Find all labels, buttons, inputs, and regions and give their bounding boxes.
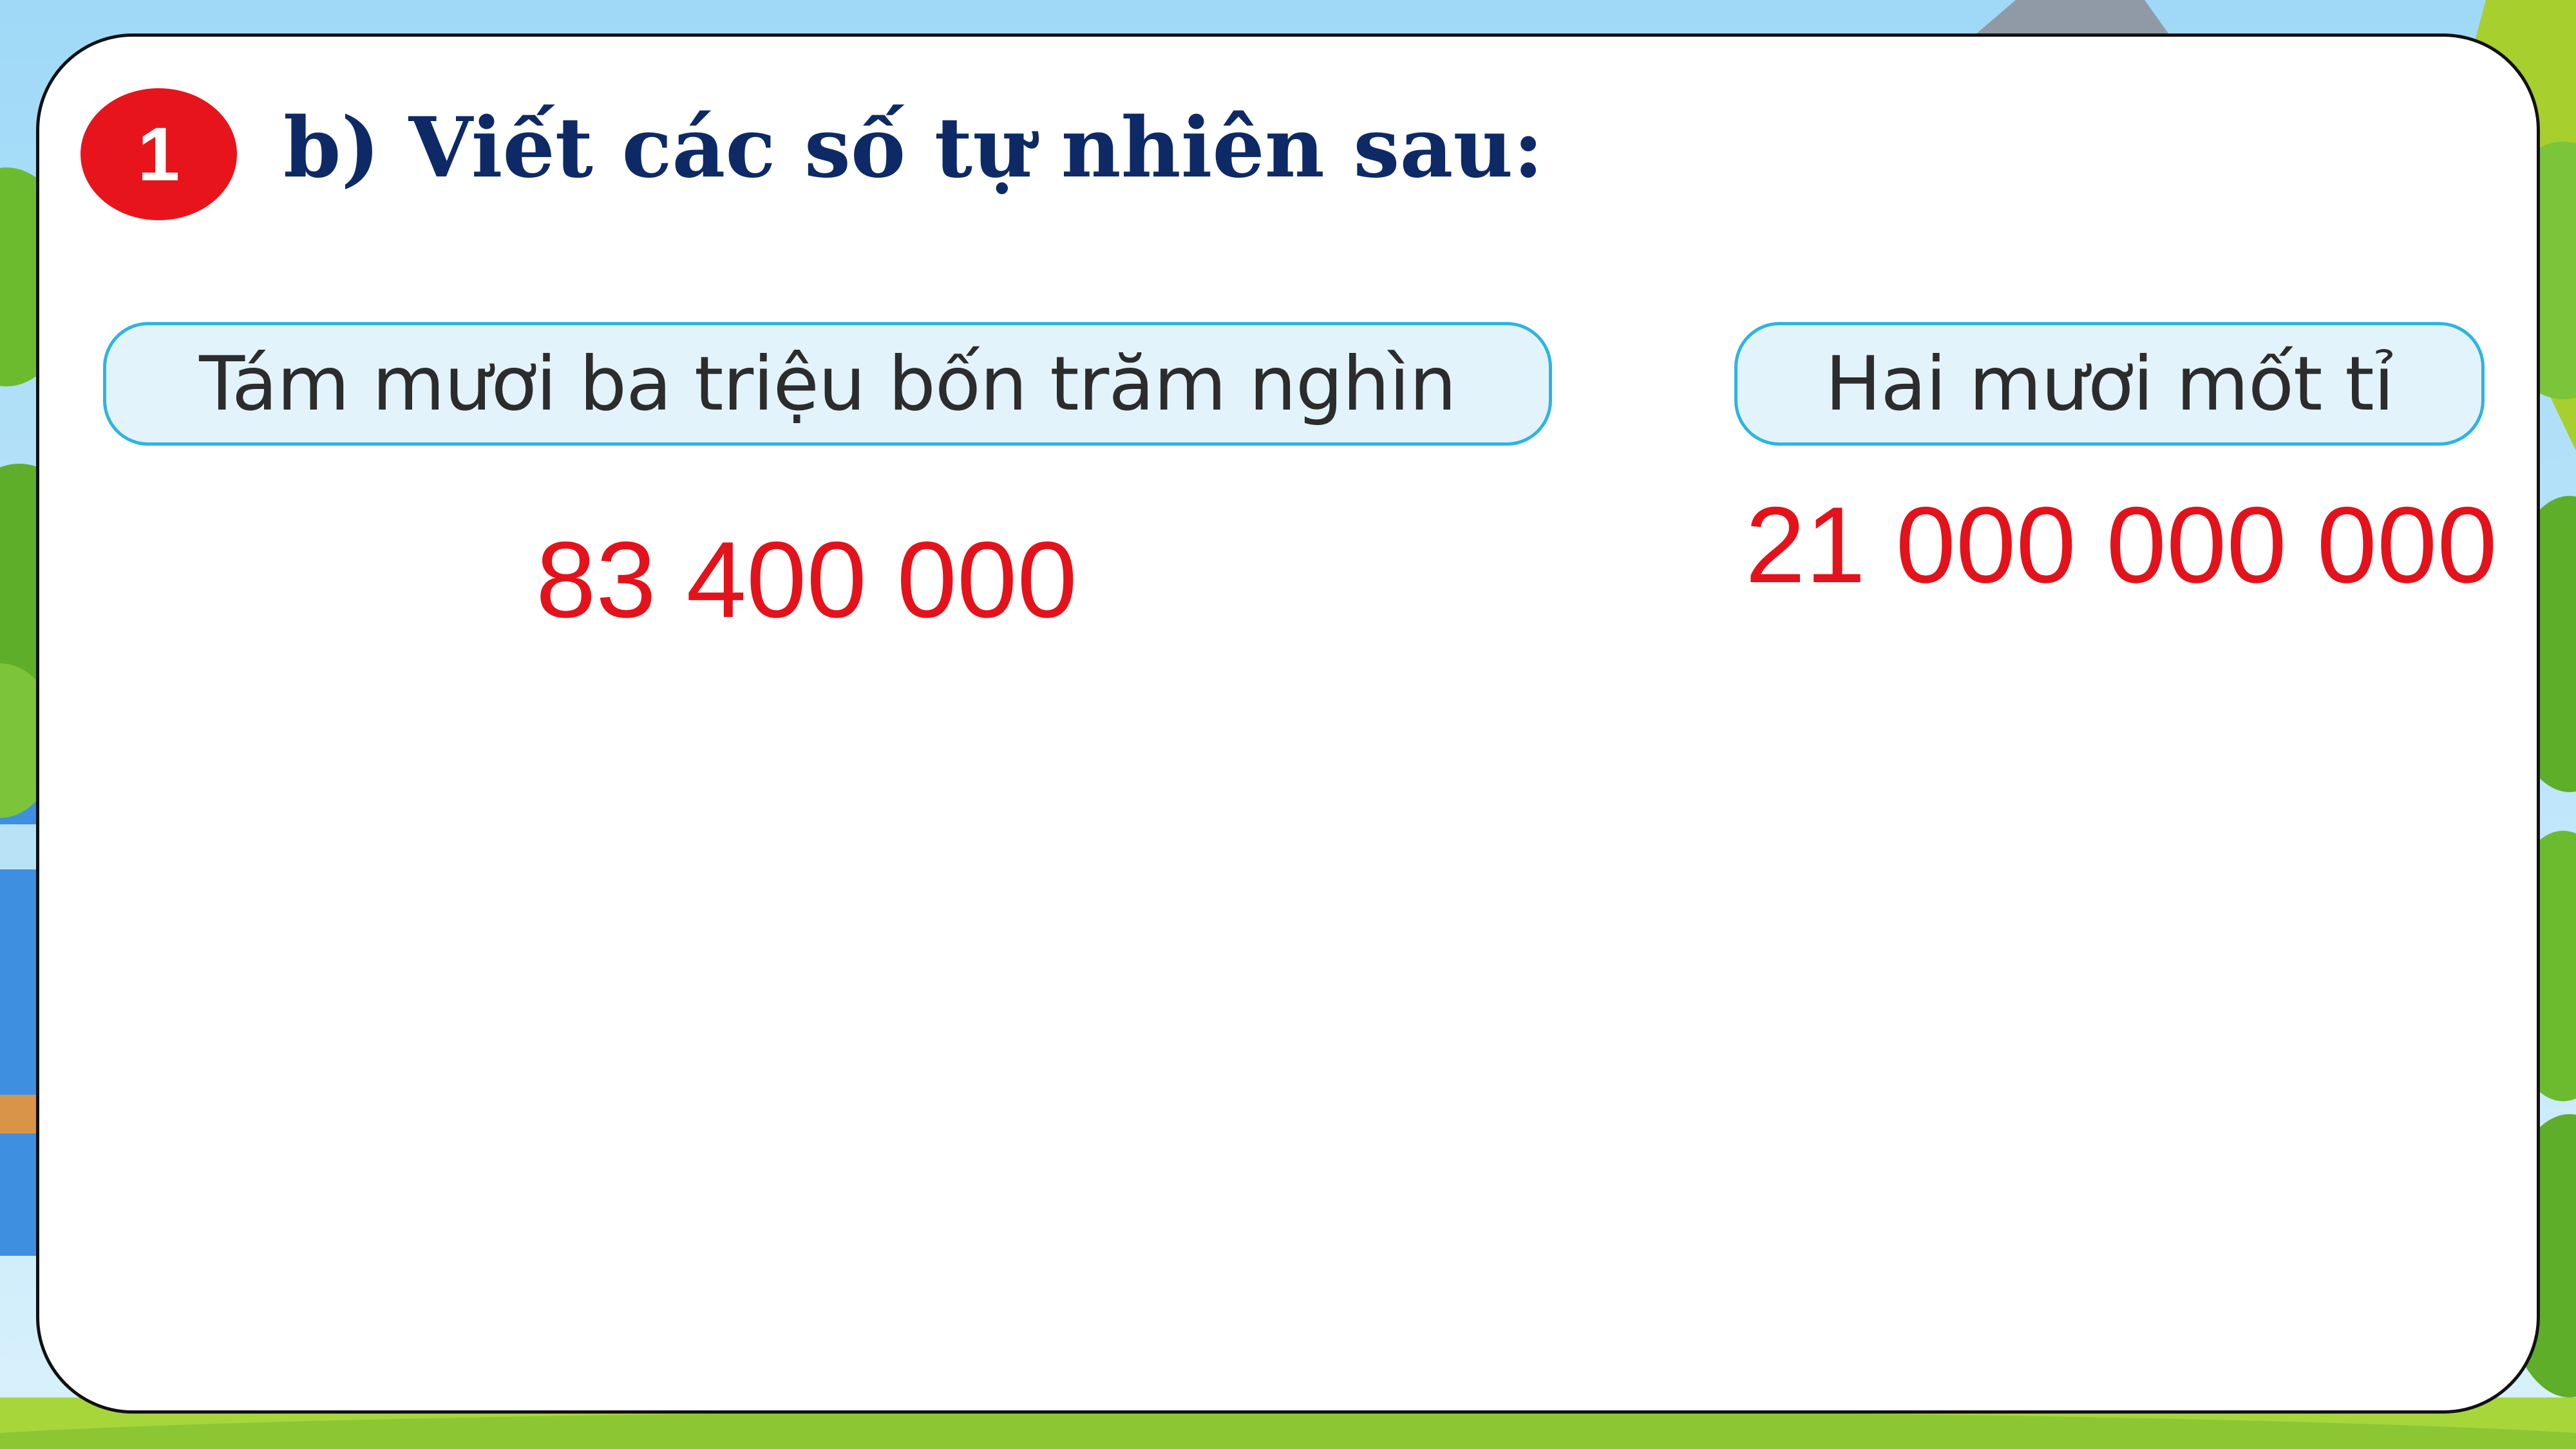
prompt-text-2: Hai mươi mốt tỉ — [1824, 340, 2394, 428]
exercise-number: 1 — [137, 111, 180, 197]
exercise-title: b) Viết các số tự nhiên sau: — [283, 100, 1544, 196]
prompt-card-1: Tám mươi ba triệu bốn trăm nghìn — [103, 322, 1552, 446]
exercise-number-badge: 1 — [80, 88, 237, 220]
prompt-card-2: Hai mươi mốt tỉ — [1734, 322, 2485, 446]
answer-1: 83 400 000 — [536, 519, 1077, 640]
prompt-text-1: Tám mươi ba triệu bốn trăm nghìn — [199, 340, 1456, 428]
exercise-card — [36, 33, 2540, 1414]
answer-2: 21 000 000 000 — [1745, 484, 2497, 605]
